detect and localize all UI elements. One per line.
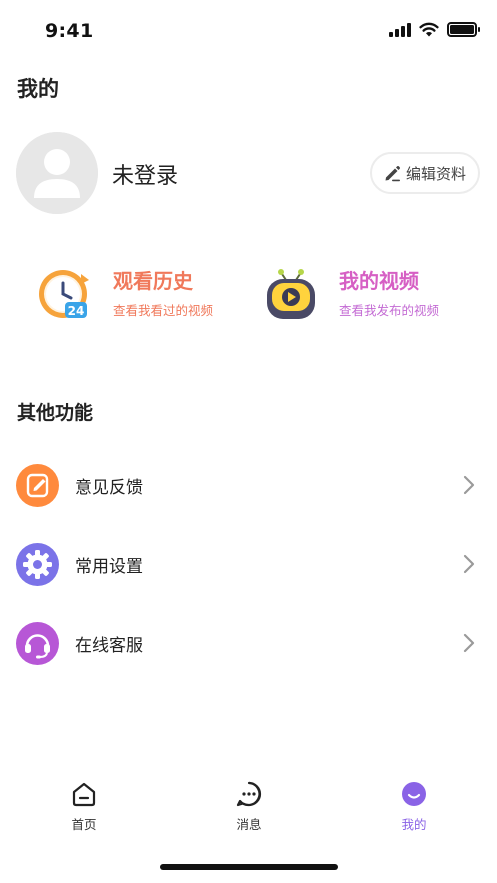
my-videos-subtitle: 查看我发布的视频 [339,302,440,318]
tab-profile-label: 我的 [401,817,427,832]
menu-label-feedback: 意见反馈 [75,477,143,498]
username[interactable]: 未登录 [112,158,178,190]
menu-label-customer-service: 在线客服 [75,635,143,656]
message-icon [235,780,263,808]
tab-bar: 首页 消息 我的 [0,770,497,840]
home-indicator [160,864,338,870]
wifi-icon [419,22,439,37]
menu-item-settings[interactable]: 常用设置 [0,534,497,594]
default-avatar-icon [16,132,98,214]
signal-icon [389,22,411,37]
tab-home-label: 首页 [71,817,97,832]
status-time: 9:41 [45,20,94,42]
status-icons [389,22,480,37]
section-title-other-features: 其他功能 [17,402,94,424]
svg-text:24: 24 [68,304,85,318]
menu-label-settings: 常用设置 [75,556,143,577]
status-bar: 9:41 [0,0,497,60]
profile-smile-icon [400,780,428,808]
settings-gear-icon [16,542,59,586]
watch-history-card[interactable]: 24 观看历史 查看我看过的视频 [37,264,213,322]
avatar[interactable] [16,132,98,214]
history-clock-icon: 24 [37,264,93,322]
watch-history-subtitle: 查看我看过的视频 [113,302,214,318]
chevron-right-icon [463,554,475,574]
battery-level [450,25,474,34]
feedback-edit-icon [16,463,59,507]
chevron-right-icon [463,475,475,495]
my-videos-title: 我的视频 [339,268,419,293]
headset-icon [16,621,59,665]
menu-item-feedback[interactable]: 意见反馈 [0,455,497,515]
tab-messages[interactable]: 消息 [209,780,289,833]
tv-play-icon [263,264,319,322]
pencil-icon [385,165,401,181]
chevron-right-icon [463,633,475,653]
page-title: 我的 [17,77,59,101]
menu-item-customer-service[interactable]: 在线客服 [0,613,497,673]
my-videos-card[interactable]: 我的视频 查看我发布的视频 [263,264,439,322]
tab-profile[interactable]: 我的 [374,780,454,833]
edit-profile-label: 编辑资料 [405,164,466,183]
tab-home[interactable]: 首页 [44,780,124,833]
watch-history-title: 观看历史 [113,268,193,293]
edit-profile-button[interactable]: 编辑资料 [370,152,480,194]
tab-messages-label: 消息 [236,817,262,832]
battery-icon [447,22,480,37]
home-icon [70,780,98,808]
